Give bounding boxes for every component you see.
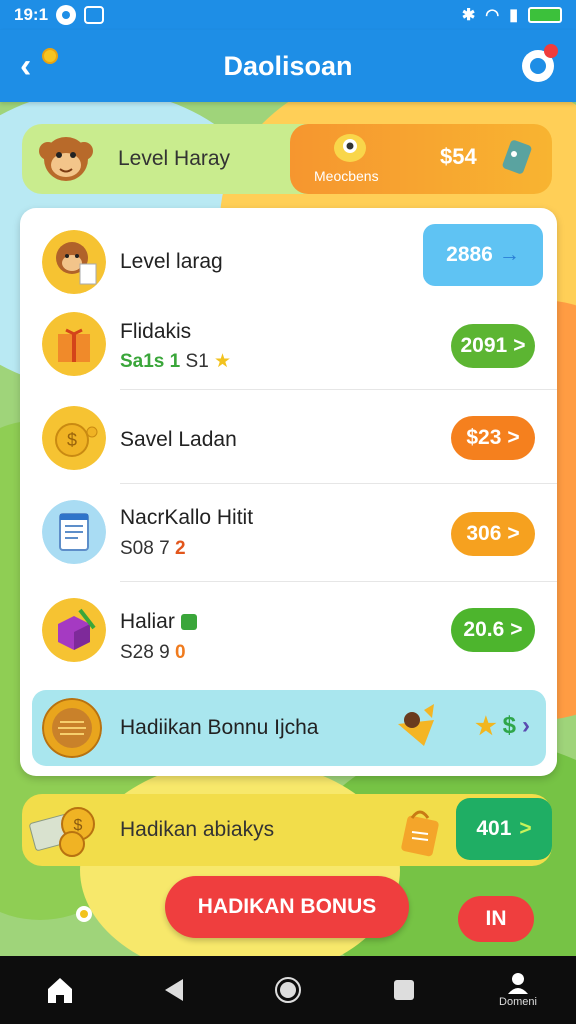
bonus-row-icons: ★ $ › [475, 712, 530, 741]
nav-recents-button[interactable] [380, 956, 428, 1024]
bonus-row-label: Hadiikan Bonnu Ijcha [120, 716, 319, 739]
recycle-icon [180, 614, 197, 631]
chevron-left-icon: ‹ [20, 47, 32, 85]
in-button[interactable]: IN [458, 896, 534, 942]
bluetooth-icon: ✱ [461, 7, 476, 24]
nav-home-button[interactable] [36, 956, 84, 1024]
star-icon: ★ [475, 713, 497, 740]
treasure-bag-icon [398, 704, 434, 746]
list-item-value-button[interactable]: $23 > [451, 416, 535, 460]
list-item[interactable]: NacrKallo Hitit S08 7 2 306 > [20, 484, 557, 582]
list-item-subtitle-value: S28 9 [120, 642, 170, 663]
nav-profile-label: Domeni [499, 996, 537, 1008]
chevron-right-icon: › [522, 712, 530, 739]
coin-icon [42, 48, 58, 64]
list-item-title: Flidakis [120, 320, 192, 343]
list-item-value: 306 [466, 522, 502, 545]
achievements-value: 401 [476, 817, 512, 840]
list-item-subtitle: S28 9 0 [120, 642, 186, 664]
notification-badge [544, 44, 558, 58]
list-item-value: $23 [466, 426, 502, 449]
shopping-bag-icon [401, 810, 439, 857]
sparkle-icon [76, 906, 92, 922]
rewards-list-card: Level larag 2886 → Flidakis Sa1s 1 S1 ★ … [20, 208, 557, 776]
circle-home-icon [275, 977, 301, 1003]
list-item-title-text: Haliar [120, 610, 175, 633]
system-nav-bar: Domeni [0, 956, 576, 1024]
page-title: Daolisoan [223, 50, 353, 81]
list-item[interactable]: Haliar S28 9 0 20.6 > [20, 582, 557, 682]
triangle-back-icon [165, 979, 183, 1001]
achievements-label: Hadikan abiakys [120, 818, 275, 841]
person-icon [508, 973, 528, 994]
level-summary-row[interactable]: Level Haray Meocbens $54 [22, 124, 552, 194]
back-button[interactable]: ‹ [20, 48, 66, 88]
level-label: Level Haray [118, 147, 231, 170]
arrow-right-icon: → [498, 243, 520, 266]
list-item-subtitle-value: S08 7 [120, 538, 170, 559]
list-item-subtitle-value: Sa1s 1 [120, 351, 181, 372]
list-item-value: 2886 [446, 243, 493, 266]
list-item[interactable]: $ Savel Ladan $23 > [20, 390, 557, 484]
list-item-value: 20.6 [463, 618, 505, 641]
list-item-value-button[interactable]: 20.6 > [451, 608, 535, 652]
bonus-button[interactable]: HADIKAN BONUS [165, 876, 409, 938]
coin-icon: $ [42, 406, 106, 470]
list-item-title: Savel Ladan [120, 428, 237, 451]
box-tool-icon [42, 598, 106, 662]
app-bar: ‹ Daolisoan [0, 30, 576, 102]
square-recents-icon [394, 980, 414, 1000]
rewards-sublabel: Meocbens [314, 168, 379, 184]
list-item[interactable]: Level larag 2886 → [20, 222, 557, 304]
bonus-row[interactable]: Hadiikan Bonnu Ijcha ★ $ › [32, 690, 546, 766]
money-stack-icon: $ [29, 807, 95, 857]
status-notification-icon [84, 6, 105, 24]
signal-icon: ▮ [509, 7, 518, 24]
monkey-icon [39, 137, 93, 181]
list-item-subtitle-extra: 0 [174, 642, 186, 663]
monkey-reading-icon [42, 230, 106, 294]
achievements-strip[interactable]: $ Hadikan abiakys 401 > [22, 794, 552, 866]
list-item-value-button[interactable]: 2091 > [451, 324, 535, 368]
list-item-value-button[interactable]: 306 > [451, 512, 535, 556]
chevron-right-icon: > [507, 522, 520, 545]
list-item-title: Haliar [120, 610, 197, 634]
list-item-title: NacrKallo Hitit [120, 506, 254, 529]
list-item-subtitle: S08 7 2 [120, 538, 186, 560]
rewards-amount: $54 [440, 144, 477, 169]
dollar-icon: $ [502, 712, 516, 739]
list-item[interactable]: Flidakis Sa1s 1 S1 ★ 2091 > [20, 304, 557, 390]
rewards-panel[interactable]: Meocbens $54 [290, 124, 552, 194]
list-item-subtitle-extra: S1 [185, 351, 209, 372]
svg-text:$: $ [67, 430, 77, 450]
achievements-value-button[interactable]: 401 > [456, 798, 552, 860]
battery-icon [528, 7, 562, 23]
chevron-right-icon: > [510, 618, 523, 641]
chevron-right-icon: > [519, 817, 532, 840]
chevron-right-icon: > [513, 334, 526, 357]
status-app-icon [56, 5, 77, 25]
chevron-right-icon: > [507, 426, 520, 449]
nav-profile-button[interactable]: Domeni [488, 956, 548, 1024]
monster-icon [334, 134, 366, 162]
status-bar: 19:1 ✱ ◠ ▮ [0, 0, 576, 30]
list-item-subtitle-extra: 2 [174, 538, 186, 559]
home-icon [48, 978, 72, 1003]
lantern-icon [502, 140, 532, 174]
list-item-subtitle: Sa1s 1 S1 ★ [120, 350, 231, 373]
gift-icon [42, 312, 106, 376]
status-time: 19:1 [14, 5, 49, 24]
wifi-icon: ◠ [485, 7, 500, 24]
list-item-title: Level larag [120, 250, 223, 273]
gold-coin-icon [42, 698, 102, 758]
document-icon [42, 500, 106, 564]
nav-back-button[interactable] [150, 956, 198, 1024]
notification-button[interactable] [522, 44, 558, 82]
list-item-value: 2091 [460, 334, 508, 357]
nav-overview-button[interactable] [264, 956, 312, 1024]
star-icon: ★ [214, 351, 232, 372]
list-item-value-button[interactable]: 2886 → [423, 224, 543, 286]
